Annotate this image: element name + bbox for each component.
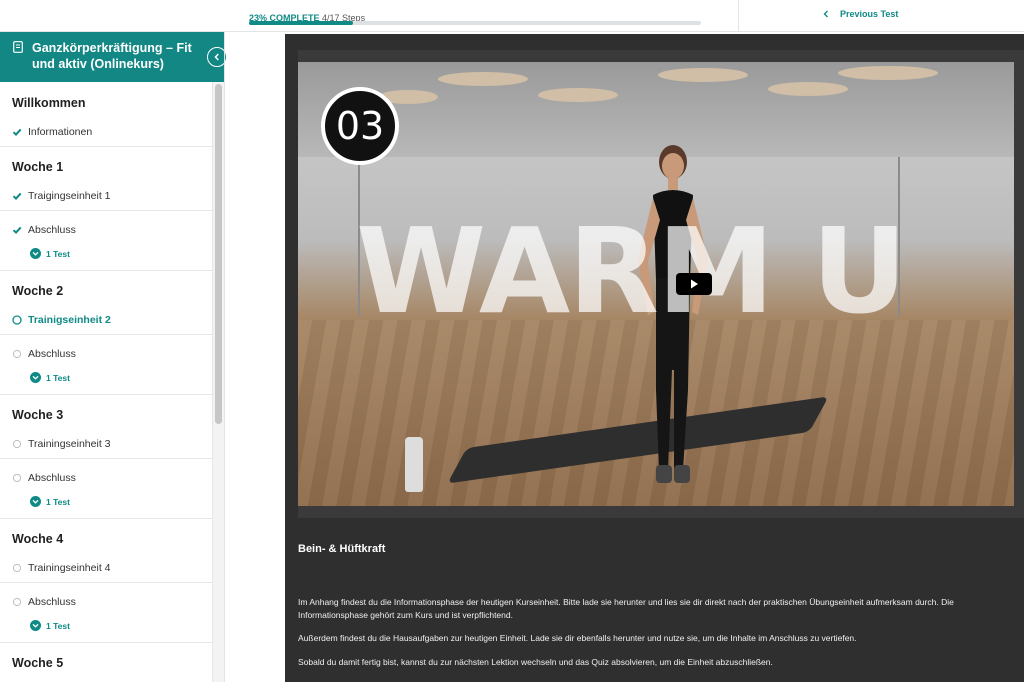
episode-badge: 03 bbox=[321, 87, 399, 165]
topbar-divider bbox=[738, 0, 739, 32]
lesson-item[interactable]: Abschluss bbox=[12, 348, 76, 360]
ceiling-lamp bbox=[838, 66, 938, 80]
video-player[interactable]: WARM U 03 bbox=[298, 62, 1014, 506]
lesson-label: Trainigseinheit 2 bbox=[28, 314, 111, 326]
test-badge[interactable]: 1 Test bbox=[30, 620, 70, 631]
lesson-item[interactable]: Trainingseinheit 3 bbox=[12, 438, 111, 450]
section-title-woche-4: Woche 4 bbox=[12, 532, 64, 546]
lesson-label: Trainingseinheit 4 bbox=[28, 562, 111, 574]
warm-up-overlay-text: WARM U bbox=[356, 202, 907, 340]
play-button[interactable] bbox=[676, 273, 712, 295]
divider bbox=[0, 394, 212, 395]
circle-icon bbox=[12, 473, 22, 483]
document-icon bbox=[13, 41, 23, 53]
lesson-item[interactable]: Abschluss bbox=[12, 224, 76, 236]
divider bbox=[0, 518, 212, 519]
progress-bar bbox=[249, 21, 701, 25]
lesson-label: Informationen bbox=[28, 126, 93, 138]
lesson-item[interactable]: Abschluss bbox=[12, 472, 76, 484]
previous-test-label: Previous Test bbox=[840, 9, 899, 19]
progress-bar-fill bbox=[249, 21, 353, 25]
ceiling-lamp bbox=[768, 82, 848, 96]
lesson-label: Trainingseinheit 3 bbox=[28, 438, 111, 450]
previous-test-link[interactable]: Previous Test bbox=[822, 9, 898, 19]
test-badge[interactable]: 1 Test bbox=[30, 496, 70, 507]
lesson-label: Abschluss bbox=[28, 472, 76, 484]
circle-icon bbox=[12, 597, 22, 607]
lesson-label: Abschluss bbox=[28, 348, 76, 360]
circle-icon bbox=[12, 315, 22, 325]
section-title-willkommen: Willkommen bbox=[12, 96, 86, 110]
check-icon bbox=[12, 226, 22, 235]
circle-icon bbox=[12, 563, 22, 573]
test-count: 1 Test bbox=[46, 496, 70, 507]
lesson-paragraph: Im Anhang findest du die Informationspha… bbox=[298, 597, 954, 620]
lesson-item[interactable]: Informationen bbox=[12, 126, 92, 138]
circle-icon bbox=[12, 349, 22, 359]
section-title-woche-5: Woche 5 bbox=[12, 656, 64, 670]
ceiling-lamp bbox=[658, 68, 748, 82]
divider bbox=[0, 334, 212, 335]
divider bbox=[0, 642, 212, 643]
sidebar-scrollbar[interactable] bbox=[212, 82, 224, 682]
lesson-label: Abschluss bbox=[28, 224, 76, 236]
lesson-paragraph: Sobald du damit fertig bist, kannst du z… bbox=[298, 657, 773, 667]
divider bbox=[0, 210, 212, 211]
lesson-item[interactable]: Abschluss bbox=[12, 596, 76, 608]
lesson-list: Willkommen Informationen Woche 1 Traigin… bbox=[0, 82, 212, 682]
circle-icon bbox=[12, 439, 22, 449]
lesson-title: Bein- & Hüftkraft bbox=[298, 543, 386, 555]
ceiling-lamp bbox=[538, 88, 618, 102]
section-title-woche-3: Woche 3 bbox=[12, 408, 64, 422]
divider bbox=[0, 458, 212, 459]
test-count: 1 Test bbox=[46, 620, 70, 631]
play-icon bbox=[691, 279, 698, 289]
course-title: Ganzkörperkräftigung – Fit und aktiv (On… bbox=[32, 41, 192, 71]
sidebar-border bbox=[224, 32, 225, 682]
test-badge[interactable]: 1 Test bbox=[30, 248, 70, 259]
chevron-left-icon bbox=[823, 10, 828, 18]
chevron-down-icon bbox=[30, 248, 41, 259]
lesson-label: Abschluss bbox=[28, 596, 76, 608]
lesson-item[interactable]: Traigingseinheit 1 bbox=[12, 190, 111, 202]
lesson-paragraph: Außerdem findest du die Hausaufgaben zur… bbox=[298, 633, 857, 643]
chevron-left-icon bbox=[214, 53, 219, 61]
lesson-item[interactable]: Trainingseinheit 4 bbox=[12, 562, 111, 574]
ceiling-lamp bbox=[438, 72, 528, 86]
lesson-item-current[interactable]: Trainigseinheit 2 bbox=[12, 314, 111, 326]
test-count: 1 Test bbox=[46, 248, 70, 259]
divider bbox=[0, 270, 212, 271]
water-bottle bbox=[405, 437, 423, 492]
check-icon bbox=[12, 192, 22, 201]
check-icon bbox=[12, 128, 22, 137]
section-title-woche-2: Woche 2 bbox=[12, 284, 64, 298]
course-header: Ganzkörperkräftigung – Fit und aktiv (On… bbox=[0, 32, 224, 82]
section-title-woche-1: Woche 1 bbox=[12, 160, 64, 174]
divider bbox=[0, 146, 212, 147]
test-count: 1 Test bbox=[46, 372, 70, 383]
chevron-down-icon bbox=[30, 496, 41, 507]
chevron-down-icon bbox=[30, 372, 41, 383]
scrollbar-thumb[interactable] bbox=[215, 84, 222, 424]
chevron-down-icon bbox=[30, 620, 41, 631]
test-badge[interactable]: 1 Test bbox=[30, 372, 70, 383]
lesson-label: Traigingseinheit 1 bbox=[28, 190, 111, 202]
divider bbox=[0, 582, 212, 583]
